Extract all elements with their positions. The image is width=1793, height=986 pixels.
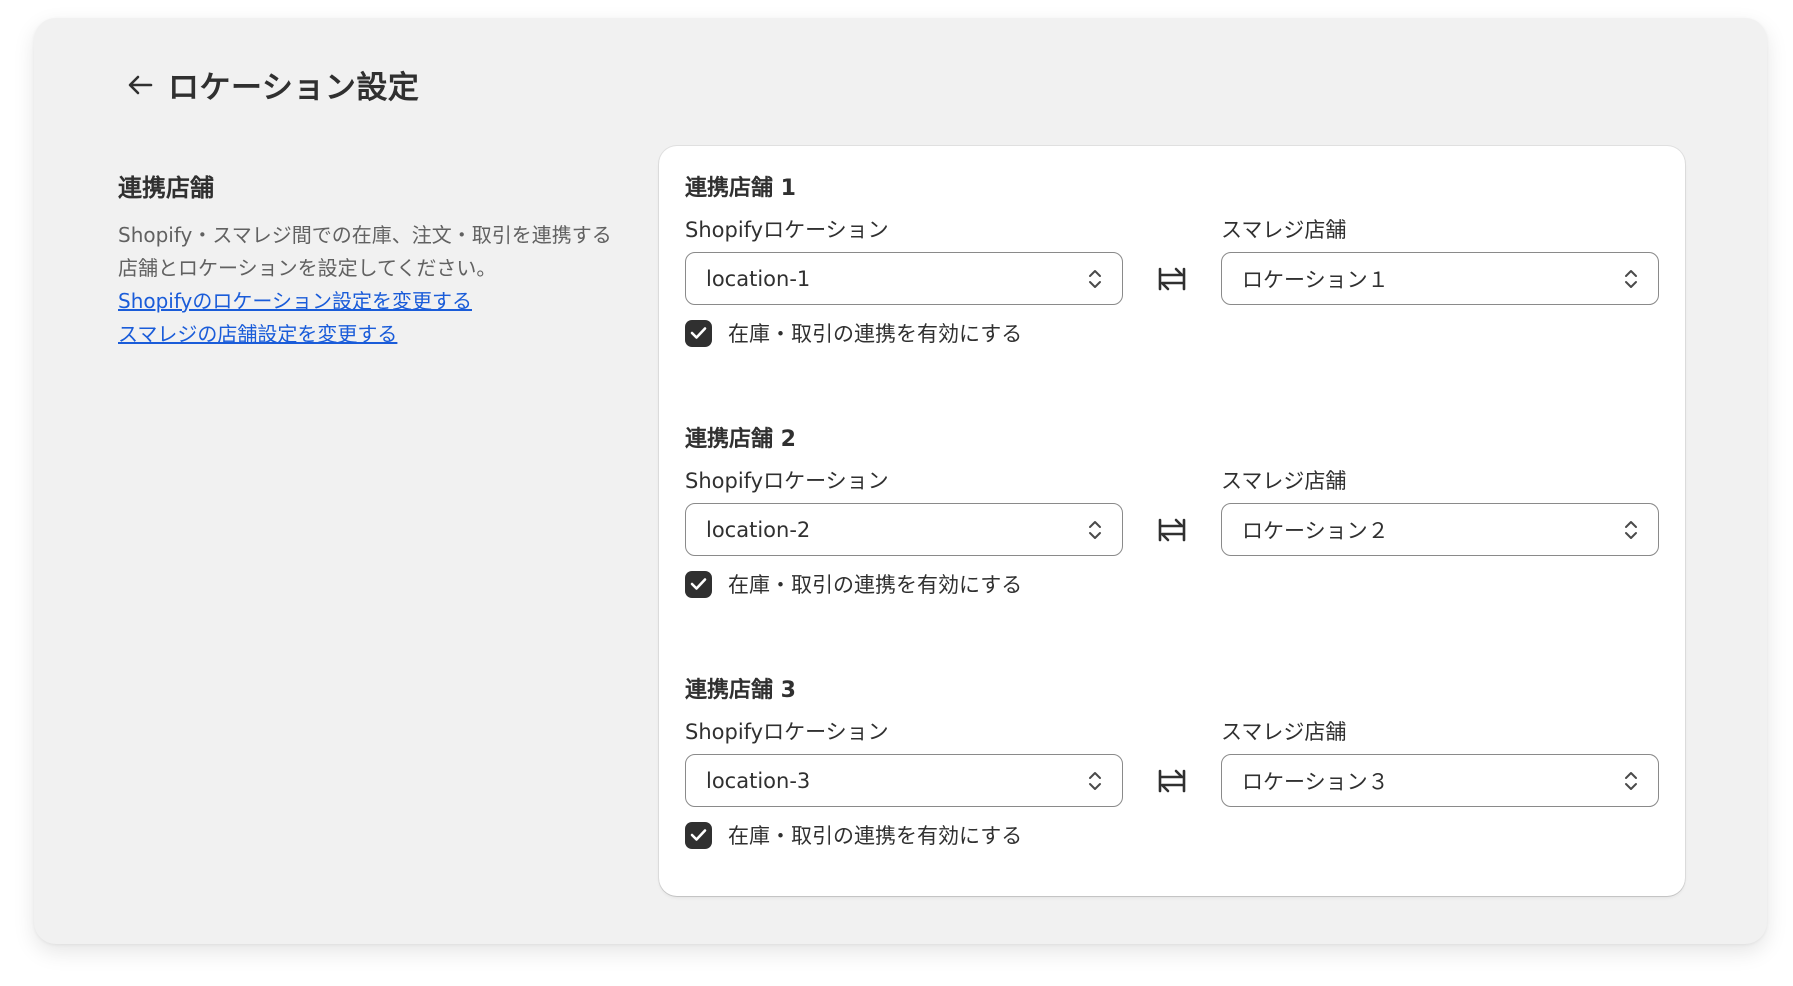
arrow-left-icon xyxy=(128,75,153,94)
section-description-text: Shopify・スマレジ間での在庫、注文・取引を連携する店舗とロケーションを設定… xyxy=(118,223,612,280)
sync-enable-checkbox-row[interactable]: 在庫・取引の連携を有効にする xyxy=(685,820,1022,850)
smaregi-store-value: ロケーション３ xyxy=(1242,769,1389,794)
back-button[interactable] xyxy=(120,65,160,105)
chevron-up-down-icon xyxy=(1625,521,1637,539)
linked-stores-card: 連携店舗 1 Shopifyロケーション location-1 スマレジ店舗 ロ… xyxy=(659,146,1685,896)
page-title: ロケーション設定 xyxy=(168,70,420,106)
smaregi-store-select[interactable]: ロケーション１ xyxy=(1221,252,1659,305)
sync-enable-label: 在庫・取引の連携を有効にする xyxy=(728,824,1023,848)
shopify-location-value: location-2 xyxy=(706,517,811,542)
smaregi-store-label: スマレジ店舗 xyxy=(1221,469,1347,493)
shopify-location-label: Shopifyロケーション xyxy=(685,469,889,493)
sync-enable-label: 在庫・取引の連携を有効にする xyxy=(728,573,1023,597)
smaregi-store-select[interactable]: ロケーション３ xyxy=(1221,754,1659,807)
shopify-location-value: location-1 xyxy=(706,266,811,291)
chevron-up-down-icon xyxy=(1625,772,1637,790)
chevron-up-down-icon xyxy=(1089,521,1101,539)
sync-enable-checkbox[interactable] xyxy=(685,319,712,347)
shopify-location-value: location-3 xyxy=(706,768,811,793)
group-title: 連携店舗 1 xyxy=(685,176,796,201)
shopify-location-select[interactable]: location-3 xyxy=(685,754,1123,807)
shopify-location-label: Shopifyロケーション xyxy=(685,218,889,242)
sync-enable-checkbox[interactable] xyxy=(685,570,712,598)
checkmark-icon xyxy=(690,829,707,841)
shopify-location-select[interactable]: location-2 xyxy=(685,503,1123,556)
smaregi-store-settings-link[interactable]: スマレジの店舗設定を変更する xyxy=(118,318,618,351)
arrows-exchange-icon xyxy=(1158,769,1186,793)
shopify-location-select[interactable]: location-1 xyxy=(685,252,1123,305)
shopify-location-label: Shopifyロケーション xyxy=(685,720,889,744)
sync-enable-checkbox-row[interactable]: 在庫・取引の連携を有効にする xyxy=(685,318,1022,348)
smaregi-store-label: スマレジ店舗 xyxy=(1221,720,1347,744)
chevron-up-down-icon xyxy=(1089,772,1101,790)
arrows-exchange-icon xyxy=(1158,267,1186,291)
sync-enable-label: 在庫・取引の連携を有効にする xyxy=(728,322,1023,346)
page-header: ロケーション設定 xyxy=(120,62,419,107)
group-title: 連携店舗 3 xyxy=(685,678,796,703)
group-title: 連携店舗 2 xyxy=(685,427,796,452)
app-window: ロケーション設定 連携店舗 Shopify・スマレジ間での在庫、注文・取引を連携… xyxy=(34,18,1767,944)
sync-enable-checkbox-row[interactable]: 在庫・取引の連携を有効にする xyxy=(685,569,1022,599)
smaregi-store-value: ロケーション２ xyxy=(1242,518,1389,543)
sync-enable-checkbox[interactable] xyxy=(685,821,712,849)
smaregi-store-value: ロケーション１ xyxy=(1242,267,1389,292)
arrows-exchange-icon xyxy=(1158,518,1186,542)
chevron-up-down-icon xyxy=(1089,270,1101,288)
checkmark-icon xyxy=(690,327,707,339)
chevron-up-down-icon xyxy=(1625,270,1637,288)
section-title: 連携店舗 xyxy=(118,174,214,202)
checkmark-icon xyxy=(690,578,707,590)
section-description: 連携店舗 Shopify・スマレジ間での在庫、注文・取引を連携する店舗とロケーシ… xyxy=(118,168,618,351)
smaregi-store-select[interactable]: ロケーション２ xyxy=(1221,503,1659,556)
smaregi-store-label: スマレジ店舗 xyxy=(1221,218,1347,242)
shopify-location-settings-link[interactable]: Shopifyのロケーション設定を変更する xyxy=(118,285,618,318)
